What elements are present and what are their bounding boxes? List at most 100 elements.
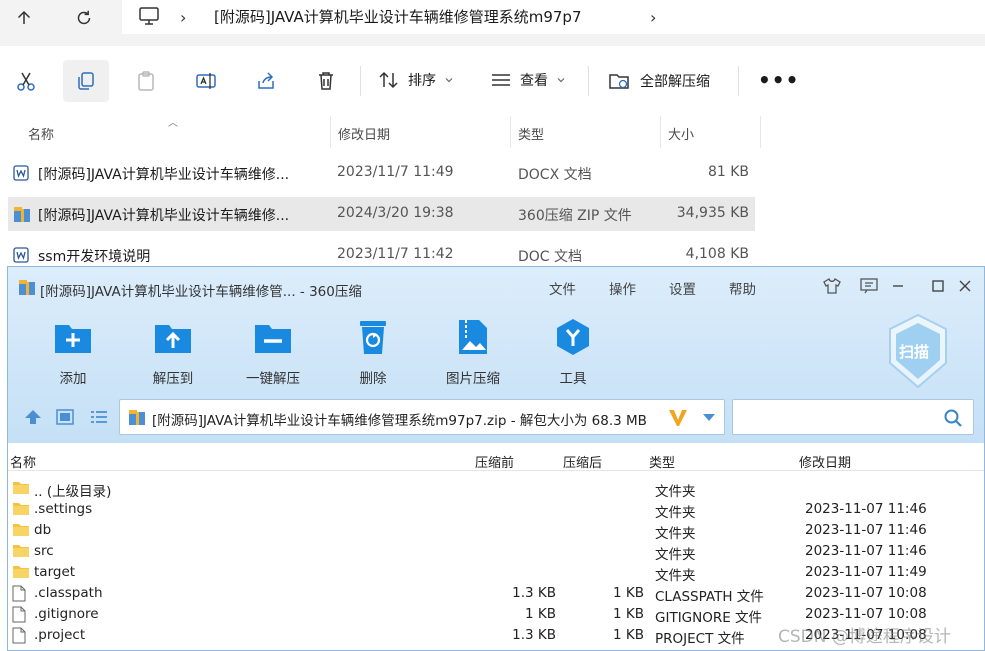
delete-button[interactable] bbox=[312, 68, 340, 94]
archive-row[interactable]: .settings 文件夹 2023-11-07 11:46 bbox=[8, 499, 984, 521]
column-modified[interactable]: 修改日期 bbox=[799, 452, 851, 471]
archive-row[interactable]: .classpath 1.3 KB 1 KB CLASSPATH 文件 2023-11-… bbox=[8, 583, 984, 605]
column-divider[interactable] bbox=[510, 116, 511, 148]
entry-modified: 2023-11-07 11:46 bbox=[805, 501, 927, 517]
menu-operate[interactable]: 操作 bbox=[609, 278, 636, 298]
more-options-button[interactable]: ••• bbox=[758, 68, 799, 92]
file-row[interactable]: [附源码]JAVA计算机毕业设计车辆维修... 2023/11/7 11:49 … bbox=[8, 156, 755, 190]
add-folder-icon bbox=[55, 325, 91, 353]
divider bbox=[588, 66, 589, 96]
entry-type: 文件夹 bbox=[655, 526, 696, 542]
sort-button[interactable]: 排序 bbox=[378, 70, 454, 90]
command-bar: 排序 查看 全部解压缩 ••• bbox=[0, 46, 985, 116]
thumbnail-view-button[interactable] bbox=[56, 409, 74, 429]
explorer-address-bar: › [附源码]JAVA计算机毕业设计车辆维修管理系统m97p7 › bbox=[0, 0, 985, 46]
entry-modified: 2023-11-07 11:46 bbox=[805, 543, 927, 559]
zip-header: [附源码]JAVA计算机毕业设计车辆维修管... - 360压缩 文件 操作 设… bbox=[8, 267, 984, 443]
file-name: [附源码]JAVA计算机毕业设计车辆维修... bbox=[38, 208, 290, 224]
skin-button[interactable] bbox=[820, 275, 844, 297]
word-doc-icon bbox=[13, 165, 29, 181]
search-icon[interactable] bbox=[943, 408, 963, 428]
address-box[interactable]: › [附源码]JAVA计算机毕业设计车辆维修管理系统m97p7 › bbox=[122, 0, 985, 34]
column-type[interactable]: 类型 bbox=[649, 452, 675, 471]
share-icon bbox=[258, 72, 274, 89]
column-packed[interactable]: 压缩前 bbox=[475, 452, 514, 471]
tool-tools-button[interactable]: 工具 bbox=[533, 317, 613, 387]
column-divider[interactable] bbox=[660, 116, 661, 148]
archive-path-text: [附源码]JAVA计算机毕业设计车辆维修管理系统m97p7.zip - 解包大小… bbox=[152, 413, 647, 429]
file-modified: 2023/11/7 11:42 bbox=[337, 246, 454, 262]
paste-icon bbox=[138, 71, 154, 91]
image-compress-icon bbox=[459, 320, 487, 354]
entry-type: GITIGNORE 文件 bbox=[655, 610, 763, 626]
tool-delete-label: 删除 bbox=[359, 371, 387, 387]
file-row-selected[interactable]: [附源码]JAVA计算机毕业设计车辆维修... 2024/3/20 19:38 … bbox=[8, 197, 755, 231]
file-type: DOCX 文档 bbox=[518, 167, 592, 183]
entry-compressed-size: 1 KB bbox=[613, 627, 644, 643]
column-name[interactable]: 名称 bbox=[28, 124, 54, 143]
zip-app-icon bbox=[19, 280, 35, 295]
entry-compressed-size: 1 KB bbox=[613, 585, 644, 601]
refresh-button[interactable] bbox=[68, 4, 100, 32]
up-button[interactable] bbox=[8, 4, 40, 32]
column-type[interactable]: 类型 bbox=[518, 124, 544, 143]
menu-settings[interactable]: 设置 bbox=[669, 278, 696, 298]
archive-row[interactable]: db 文件夹 2023-11-07 11:46 bbox=[8, 520, 984, 542]
dropdown-triangle-icon[interactable] bbox=[702, 413, 716, 422]
minimize-icon bbox=[893, 285, 903, 287]
rename-button[interactable] bbox=[192, 68, 220, 94]
share-button[interactable] bbox=[252, 68, 280, 94]
breadcrumb-separator: › bbox=[180, 8, 187, 27]
tool-extract-to-button[interactable]: 解压到 bbox=[133, 317, 213, 387]
extract-to-folder-icon bbox=[155, 325, 191, 353]
scan-button[interactable]: 扫描 bbox=[886, 313, 950, 393]
tool-add-label: 添加 bbox=[59, 371, 87, 387]
archive-list-header: 名称 压缩前 压缩后 类型 修改日期 bbox=[8, 449, 984, 471]
zip-archive-icon bbox=[129, 410, 145, 425]
archive-row[interactable]: src 文件夹 2023-11-07 11:46 bbox=[8, 541, 984, 563]
refresh-icon bbox=[77, 10, 91, 25]
menu-help[interactable]: 帮助 bbox=[729, 278, 756, 298]
list-view-button[interactable] bbox=[90, 409, 108, 429]
message-icon bbox=[860, 278, 878, 294]
tool-add-button[interactable]: 添加 bbox=[33, 317, 113, 387]
verified-v-icon bbox=[669, 410, 687, 426]
file-name: ssm开发环境说明 bbox=[38, 249, 151, 265]
column-modified[interactable]: 修改日期 bbox=[338, 124, 390, 143]
archive-row[interactable]: .. (上级目录) 文件夹 bbox=[8, 478, 984, 500]
column-compressed[interactable]: 压缩后 bbox=[563, 452, 602, 471]
copy-button[interactable] bbox=[63, 60, 109, 102]
cut-button[interactable] bbox=[12, 68, 40, 94]
maximize-button[interactable] bbox=[926, 275, 950, 297]
feedback-button[interactable] bbox=[857, 275, 881, 297]
column-size[interactable]: 大小 bbox=[668, 124, 694, 143]
column-name[interactable]: 名称 bbox=[10, 452, 36, 471]
close-button[interactable] bbox=[953, 275, 977, 297]
minimize-button[interactable] bbox=[886, 275, 910, 297]
entry-type: CLASSPATH 文件 bbox=[655, 589, 764, 605]
arrow-up-icon bbox=[25, 410, 41, 424]
archive-row[interactable]: target 文件夹 2023-11-07 11:49 bbox=[8, 562, 984, 584]
breadcrumb-separator[interactable]: › bbox=[650, 8, 656, 27]
entry-name: .project bbox=[34, 627, 86, 643]
tool-delete-button[interactable]: 删除 bbox=[333, 317, 413, 387]
extract-all-button[interactable]: 全部解压缩 bbox=[608, 70, 710, 92]
tool-one-click-extract-button[interactable]: 一键解压 bbox=[233, 317, 313, 387]
column-divider[interactable] bbox=[330, 116, 331, 148]
menu-file[interactable]: 文件 bbox=[549, 278, 576, 298]
list-view-icon bbox=[91, 411, 107, 423]
up-level-button[interactable] bbox=[24, 409, 42, 429]
folder-icon bbox=[13, 566, 29, 578]
column-divider[interactable] bbox=[760, 116, 761, 148]
file-modified: 2023/11/7 11:49 bbox=[337, 164, 454, 180]
tool-image-compress-button[interactable]: 图片压缩 bbox=[433, 317, 513, 387]
archive-search-input[interactable] bbox=[732, 399, 974, 435]
entry-modified: 2023-11-07 11:49 bbox=[805, 564, 927, 580]
view-list-icon bbox=[492, 74, 510, 86]
breadcrumb-folder[interactable]: [附源码]JAVA计算机毕业设计车辆维修管理系统m97p7 bbox=[214, 6, 582, 27]
file-icon bbox=[12, 606, 26, 623]
file-icon bbox=[12, 585, 26, 602]
view-button[interactable]: 查看 bbox=[490, 70, 566, 90]
file-size: 81 KB bbox=[707, 164, 749, 180]
archive-path-field[interactable]: [附源码]JAVA计算机毕业设计车辆维修管理系统m97p7.zip - 解包大小… bbox=[119, 399, 725, 435]
